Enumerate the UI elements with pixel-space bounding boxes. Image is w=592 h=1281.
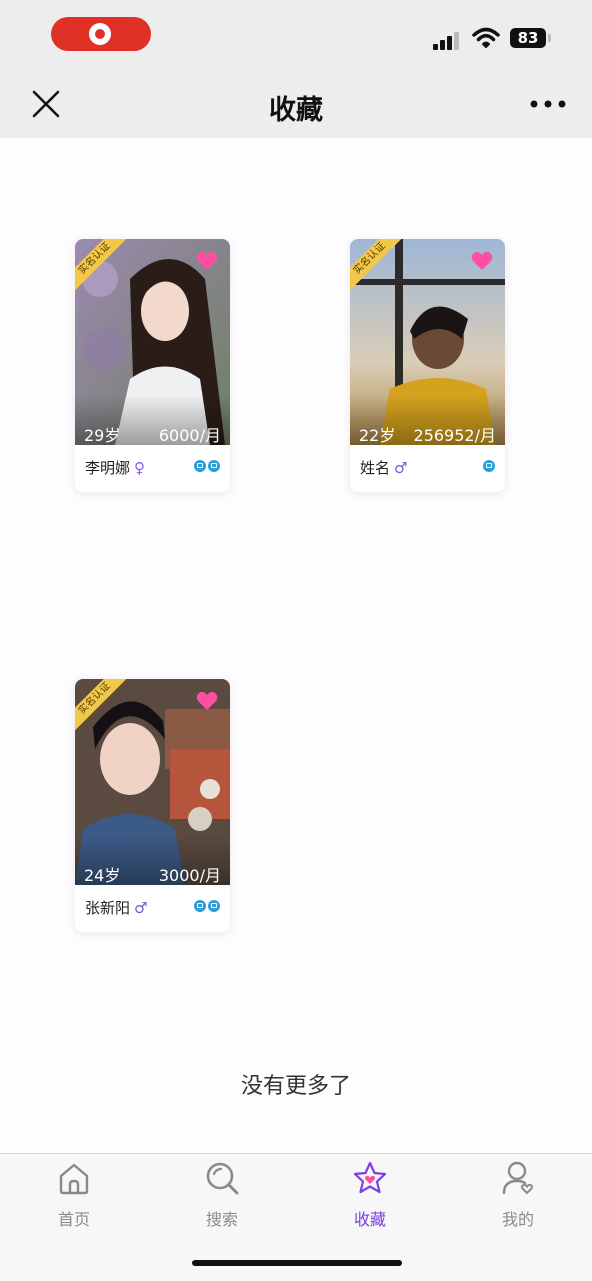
tab-profile[interactable]: 我的 <box>444 1154 592 1244</box>
badges <box>194 900 220 912</box>
male-icon: ♂ <box>394 458 408 477</box>
car-badge-icon <box>208 900 220 912</box>
tab-favorites[interactable]: 收藏 <box>296 1154 444 1244</box>
name-row: 姓名 ♂ <box>360 457 407 478</box>
status-bar: 83 <box>0 0 592 72</box>
age-label: 24岁 <box>84 866 121 885</box>
salary-label: 256952/月 <box>413 426 496 445</box>
navigation-bar: 收藏 <box>0 72 592 138</box>
no-more-text: 没有更多了 <box>240 1074 351 1099</box>
profile-card[interactable]: 实名认证 29岁 6000/月 李明娜 ♀ <box>75 239 230 492</box>
heart-icon[interactable] <box>196 691 218 711</box>
home-icon <box>59 1163 89 1195</box>
profile-name: 李明娜 <box>85 459 131 477</box>
cellular-signal-icon <box>433 30 463 50</box>
profile-photo: 实名认证 29岁 6000/月 <box>75 239 230 445</box>
more-options-icon[interactable] <box>528 92 568 116</box>
profile-card[interactable]: 实名认证 22岁 256952/月 姓名 ♂ <box>350 239 505 492</box>
tab-label: 首页 <box>57 1210 90 1229</box>
tab-label: 收藏 <box>353 1210 386 1229</box>
wifi-icon <box>472 27 500 48</box>
profile-photo: 实名认证 22岁 256952/月 <box>350 239 505 445</box>
age-label: 22岁 <box>359 426 396 445</box>
salary-label: 3000/月 <box>158 866 221 885</box>
badges <box>483 460 495 472</box>
profile-icon <box>502 1161 534 1195</box>
search-icon <box>206 1162 239 1195</box>
tab-search[interactable]: 搜索 <box>148 1154 296 1244</box>
profile-card[interactable]: 实名认证 24岁 3000/月 张新阳 ♂ <box>75 679 230 932</box>
heart-icon[interactable] <box>471 251 493 271</box>
id-badge-icon <box>483 460 495 472</box>
page-title: 收藏 <box>269 95 323 126</box>
star-icon <box>353 1161 387 1194</box>
id-badge-icon <box>194 900 206 912</box>
male-icon: ♂ <box>134 898 148 917</box>
car-badge-icon <box>194 460 206 472</box>
profile-photo: 实名认证 24岁 3000/月 <box>75 679 230 885</box>
badges <box>194 460 220 472</box>
tab-label: 我的 <box>501 1210 534 1229</box>
name-row: 张新阳 ♂ <box>85 897 147 918</box>
home-indicator <box>192 1260 402 1266</box>
salary-label: 6000/月 <box>158 426 221 445</box>
tab-label: 搜索 <box>205 1210 238 1229</box>
record-icon <box>89 23 111 45</box>
battery-indicator: 83 <box>510 28 551 48</box>
age-label: 29岁 <box>84 426 121 445</box>
profile-name: 张新阳 <box>85 899 131 917</box>
heart-icon[interactable] <box>196 251 218 271</box>
tab-home[interactable]: 首页 <box>0 1154 148 1244</box>
profile-name: 姓名 <box>360 459 391 477</box>
name-row: 李明娜 ♀ <box>85 457 145 478</box>
female-icon: ♀ <box>134 458 146 477</box>
house-badge-icon <box>208 460 220 472</box>
screen-recording-indicator[interactable] <box>51 17 151 51</box>
